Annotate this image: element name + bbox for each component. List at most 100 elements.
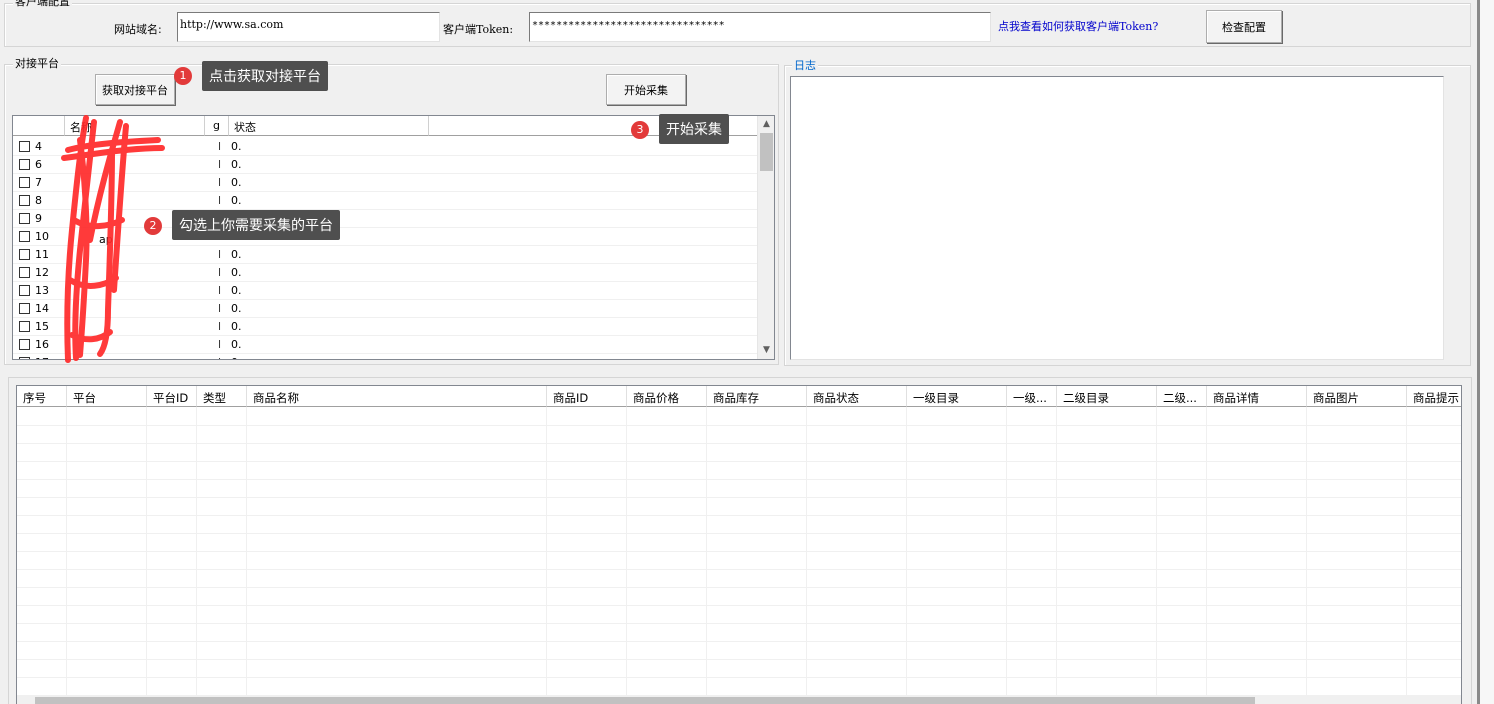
platform-g-cell: l: [218, 284, 222, 297]
platform-id: 13: [35, 284, 49, 297]
platform-id: 4: [35, 140, 42, 153]
grid-column-header[interactable]: 商品图片: [1307, 386, 1407, 407]
platform-id: 14: [35, 302, 49, 315]
callout-3-badge: 3: [631, 121, 649, 139]
platform-list-item[interactable]: 10l0.: [13, 228, 759, 246]
platform-id: 6: [35, 158, 42, 171]
platform-g-cell: l: [218, 338, 222, 351]
callout-2-badge: 2: [144, 217, 162, 235]
platform-id: 10: [35, 230, 49, 243]
platform-id: 16: [35, 338, 49, 351]
domain-input[interactable]: http://www.sa.com: [177, 12, 440, 42]
grid-column-header[interactable]: 商品提示: [1407, 386, 1461, 407]
callout-1: 点击获取对接平台: [202, 61, 328, 91]
platform-status-cell: 0.: [231, 338, 242, 351]
platform-list-header-g[interactable]: g: [205, 116, 229, 136]
grid-column-header[interactable]: 商品状态: [807, 386, 907, 407]
platform-status-cell: 0.: [231, 248, 242, 261]
scroll-up-icon[interactable]: ▲: [758, 116, 774, 133]
product-grid-hscrollbar[interactable]: [17, 696, 1461, 704]
platform-id: 15: [35, 320, 49, 333]
platform-group-title: 对接平台: [13, 57, 61, 70]
platform-checkbox[interactable]: [19, 195, 30, 206]
platform-checkbox[interactable]: [19, 321, 30, 332]
platform-g-cell: l: [218, 176, 222, 189]
platform-list-item[interactable]: 12 l 0.: [13, 264, 759, 282]
platform-checkbox[interactable]: [19, 177, 30, 188]
platform-name-fragment: ap: [99, 233, 113, 246]
platform-checkbox[interactable]: [19, 231, 30, 242]
platform-list-header-name[interactable]: 名称: [65, 116, 205, 136]
token-label: 客户端Token:: [443, 23, 514, 36]
check-config-button[interactable]: 检查配置: [1206, 10, 1282, 43]
grid-row-divider: [17, 551, 1461, 552]
platform-list-item[interactable]: 9l0.: [13, 210, 759, 228]
platform-list-scrollbar[interactable]: ▲ ▼: [757, 116, 774, 359]
platform-list-header-check[interactable]: [13, 116, 65, 136]
platform-checkbox[interactable]: [19, 357, 30, 359]
grid-column-header[interactable]: 一级...: [1007, 386, 1057, 407]
log-group-title: 日志: [792, 59, 818, 72]
platform-list-item[interactable]: 6 l 0.: [13, 156, 759, 174]
grid-row-divider: [17, 641, 1461, 642]
start-collect-button[interactable]: 开始采集: [606, 74, 686, 105]
platform-checkbox[interactable]: [19, 141, 30, 152]
platform-list-item[interactable]: 7 l 0.: [13, 174, 759, 192]
grid-column-header[interactable]: 商品详情: [1207, 386, 1307, 407]
platform-g-cell: l: [218, 266, 222, 279]
grid-column-header[interactable]: 商品库存: [707, 386, 807, 407]
grid-column-header[interactable]: 二级...: [1157, 386, 1207, 407]
platform-checkbox[interactable]: [19, 213, 30, 224]
platform-list-item[interactable]: 8 l 0.: [13, 192, 759, 210]
grid-column-header[interactable]: 平台ID: [147, 386, 197, 407]
platform-g-cell: l: [218, 356, 221, 359]
platform-id: 11: [35, 248, 49, 261]
product-grid-hscroll-thumb[interactable]: [35, 697, 1255, 704]
platform-checkbox[interactable]: [19, 249, 30, 260]
grid-row-divider: [17, 425, 1461, 426]
platform-list-item[interactable]: 15 l 0.: [13, 318, 759, 336]
product-grid[interactable]: 序号 平台 平台ID 类型 商品名称 商品ID 商品价格 商品库存 商品状态 一级目录 一级... 二…: [16, 385, 1462, 704]
fetch-platforms-button[interactable]: 获取对接平台: [95, 74, 175, 105]
grid-column-header[interactable]: 类型: [197, 386, 247, 407]
scroll-down-icon[interactable]: ▼: [758, 342, 774, 359]
platform-list-item[interactable]: 13 l 0.: [13, 282, 759, 300]
grid-row-divider: [17, 533, 1461, 534]
platform-list-item[interactable]: 11 l 0.: [13, 246, 759, 264]
platform-list-item[interactable]: 17 l 0.: [13, 354, 759, 359]
platform-checkbox[interactable]: [19, 267, 30, 278]
platform-list-item[interactable]: 14 l 0.: [13, 300, 759, 318]
grid-column-header[interactable]: 二级目录: [1057, 386, 1157, 407]
token-input[interactable]: ********************************: [529, 12, 991, 42]
platform-list-header-status[interactable]: 状态: [229, 116, 429, 136]
log-textarea[interactable]: [790, 76, 1444, 360]
grid-column-header[interactable]: 平台: [67, 386, 147, 407]
grid-column-header[interactable]: 一级目录: [907, 386, 1007, 407]
platform-list-item[interactable]: 4 l 0.: [13, 138, 759, 156]
grid-column-header[interactable]: 商品名称: [247, 386, 547, 407]
grid-row-divider: [17, 515, 1461, 516]
platform-list-item[interactable]: 16 l 0.: [13, 336, 759, 354]
client-config-title: 客户端配置: [13, 0, 72, 8]
platform-id: 9: [35, 212, 42, 225]
platform-g-cell: l: [218, 320, 222, 333]
platform-checkbox[interactable]: [19, 285, 30, 296]
platform-status-cell: 0.: [231, 140, 242, 153]
platform-checkbox[interactable]: [19, 303, 30, 314]
platform-g-cell: l: [218, 248, 222, 261]
window-right-edge: [1480, 0, 1494, 704]
platform-list-scroll-thumb[interactable]: [760, 133, 773, 171]
platform-checkbox[interactable]: [19, 159, 30, 170]
platform-list[interactable]: 名称 g 状态 4l0.6l0.7l0.8l0.9l0.10l0.11l0.12…: [12, 115, 775, 360]
platform-id: 8: [35, 194, 42, 207]
grid-row-divider: [17, 605, 1461, 606]
callout-1-badge: 1: [174, 67, 192, 85]
platform-g-cell: l: [218, 158, 222, 171]
callout-3: 开始采集: [659, 114, 729, 144]
platform-checkbox[interactable]: [19, 339, 30, 350]
grid-row-divider: [17, 659, 1461, 660]
grid-column-header[interactable]: 商品价格: [627, 386, 707, 407]
grid-column-header[interactable]: 商品ID: [547, 386, 627, 407]
token-help-link[interactable]: 点我查看如何获取客户端Token?: [998, 18, 1158, 34]
grid-column-header[interactable]: 序号: [17, 386, 67, 407]
